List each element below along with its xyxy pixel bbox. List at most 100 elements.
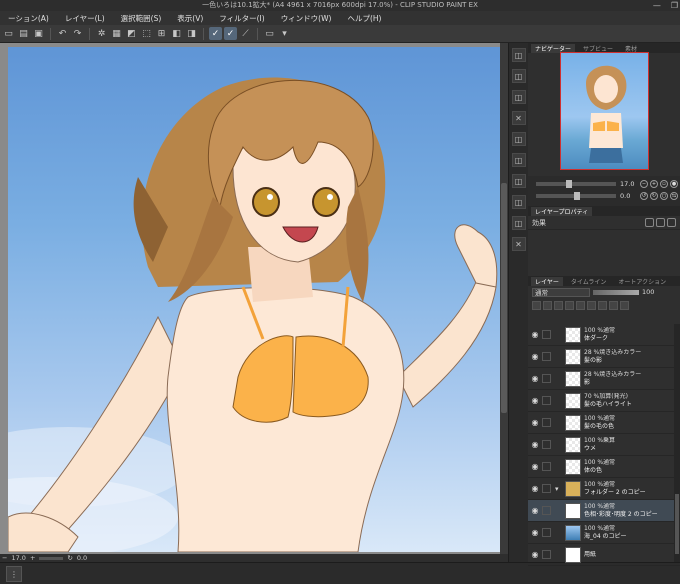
minimize-button[interactable]: —	[653, 0, 661, 11]
rotation-slider[interactable]	[536, 192, 616, 200]
selection-icon[interactable]: ⬚	[140, 27, 153, 40]
menu-layer[interactable]: レイヤー(L)	[57, 13, 113, 24]
save-icon[interactable]: ▣	[32, 27, 45, 40]
eye-icon[interactable]: ◉	[528, 374, 542, 383]
zoom-slider[interactable]	[536, 180, 616, 188]
ruler-display-icon[interactable]	[598, 300, 607, 310]
zoom-slider-knob[interactable]	[566, 180, 572, 188]
screen-icon[interactable]: ▭	[263, 27, 276, 40]
lock-checkbox[interactable]	[542, 528, 551, 537]
lock-checkbox[interactable]	[542, 506, 551, 515]
layer-item[interactable]: ◉ 28 %焼き込みカラー 髪の影	[528, 346, 680, 368]
mask-enable-icon[interactable]	[587, 300, 596, 310]
new-file-icon[interactable]: ▭	[2, 27, 15, 40]
menu-filter[interactable]: フィルター(I)	[211, 13, 272, 24]
eye-icon[interactable]: ◉	[528, 484, 542, 493]
material-icon[interactable]: ◫	[511, 195, 526, 209]
material-icon[interactable]: ◫	[511, 132, 526, 146]
mask-icon[interactable]: ◧	[170, 27, 183, 40]
layout-toggle-icon[interactable]: ⋮	[6, 566, 22, 582]
material-icon[interactable]: ✕	[511, 111, 526, 125]
lock-icon[interactable]	[565, 300, 574, 310]
navigator-preview[interactable]	[560, 52, 649, 170]
zoom-in-icon[interactable]: +	[650, 180, 658, 188]
menu-view[interactable]: 表示(V)	[169, 13, 211, 24]
angle-value[interactable]: 0.0	[77, 554, 87, 562]
tab-auto-action[interactable]: オートアクション	[614, 277, 670, 286]
eye-icon[interactable]: ◉	[528, 462, 542, 471]
lock-checkbox[interactable]	[542, 484, 551, 493]
tab-layer-property[interactable]: レイヤープロパティ	[531, 206, 593, 216]
folder-item[interactable]: ◉ ▾ 100 %通常 フォルダー 2 のコピー	[528, 478, 680, 500]
layer-item[interactable]: ◉ 100 %通常 髪の毛の色	[528, 412, 680, 434]
effect-tone-icon[interactable]	[656, 218, 665, 227]
opacity-value[interactable]: 100	[642, 288, 654, 296]
zoom-out-icon[interactable]: −	[2, 554, 7, 562]
delete-layer-icon[interactable]	[620, 300, 629, 310]
undo-icon[interactable]: ↶	[56, 27, 69, 40]
flip-icon[interactable]: ⇆	[670, 192, 678, 200]
layer-list-scrollbar[interactable]	[674, 324, 680, 562]
lock-checkbox[interactable]	[542, 330, 551, 339]
eye-icon[interactable]: ◉	[528, 418, 542, 427]
layer-item[interactable]: ◉ 100 %通常 体ダーク	[528, 324, 680, 346]
redo-icon[interactable]: ↷	[71, 27, 84, 40]
layer-item[interactable]: ◉ 100 %乗算 ウメ	[528, 434, 680, 456]
material-icon[interactable]: ◫	[511, 90, 526, 104]
clip-icon[interactable]	[532, 300, 541, 310]
lock-checkbox[interactable]	[542, 418, 551, 427]
material-icon[interactable]: ◫	[511, 216, 526, 230]
reference-icon[interactable]	[543, 300, 552, 310]
layer-item[interactable]: ◉ 100 %通常 海_04 のコピー	[528, 522, 680, 544]
reset-rotation-icon[interactable]: ○	[660, 192, 668, 200]
chevron-down-icon[interactable]: ▾	[278, 27, 291, 40]
transform-icon[interactable]: ▦	[110, 27, 123, 40]
scrollbar-thumb[interactable]	[501, 183, 507, 413]
canvas-vertical-scrollbar[interactable]	[500, 43, 508, 554]
crop-icon[interactable]: ⊞	[155, 27, 168, 40]
eye-icon[interactable]: ◉	[528, 352, 542, 361]
lock-checkbox[interactable]	[542, 550, 551, 559]
opacity-slider[interactable]	[593, 289, 639, 295]
lock-checkbox[interactable]	[542, 374, 551, 383]
eye-icon[interactable]: ◉	[528, 396, 542, 405]
zoom-out-icon[interactable]: −	[640, 180, 648, 188]
lock-checkbox[interactable]	[542, 440, 551, 449]
rotation-slider-knob[interactable]	[574, 192, 580, 200]
eye-icon[interactable]: ◉	[528, 550, 542, 559]
rotate-icon[interactable]: ↻	[67, 554, 72, 562]
paper-layer-item[interactable]: ◉ 用紙	[528, 544, 680, 566]
material-icon[interactable]: ◫	[511, 174, 526, 188]
rotate-left-icon[interactable]: ↺	[640, 192, 648, 200]
menu-selection[interactable]: 選択範囲(S)	[113, 13, 170, 24]
menu-animation[interactable]: ーション(A)	[0, 13, 57, 24]
layer-item[interactable]: ◉ 100 %通常 体の色	[528, 456, 680, 478]
zoom-slider[interactable]	[39, 556, 64, 560]
blend-mode-select[interactable]: 通常	[532, 287, 590, 297]
invert-icon[interactable]: ◨	[185, 27, 198, 40]
rotate-right-icon[interactable]: ↻	[650, 192, 658, 200]
effect-color-icon[interactable]	[667, 218, 676, 227]
fill-icon[interactable]: ◩	[125, 27, 138, 40]
tab-timeline[interactable]: タイムライン	[567, 277, 611, 286]
lock-transparency-icon[interactable]	[576, 300, 585, 310]
folder-expand-icon[interactable]: ▾	[555, 485, 565, 493]
lock-checkbox[interactable]	[542, 462, 551, 471]
clear-icon[interactable]: ✲	[95, 27, 108, 40]
layer-item[interactable]: ◉ 100 %通常 色相･彩度･明度 2 のコピー	[528, 500, 680, 522]
material-icon[interactable]: ◫	[511, 69, 526, 83]
lock-checkbox[interactable]	[542, 396, 551, 405]
material-icon[interactable]: ◫	[511, 48, 526, 62]
new-layer-icon[interactable]	[609, 300, 618, 310]
layer-item[interactable]: ◉ 28 %焼き込みカラー影	[528, 368, 680, 390]
tab-layer[interactable]: レイヤー	[531, 276, 563, 286]
fit-icon[interactable]: ▫	[660, 180, 668, 188]
scrollbar-thumb[interactable]	[675, 494, 679, 554]
draft-icon[interactable]	[554, 300, 563, 310]
ruler-icon[interactable]: ⟋	[239, 27, 252, 40]
zoom-in-icon[interactable]: +	[30, 554, 35, 562]
menu-window[interactable]: ウィンドウ(W)	[273, 13, 340, 24]
lock-checkbox[interactable]	[542, 352, 551, 361]
drawing-canvas[interactable]	[8, 47, 500, 552]
effect-border-icon[interactable]	[645, 218, 654, 227]
